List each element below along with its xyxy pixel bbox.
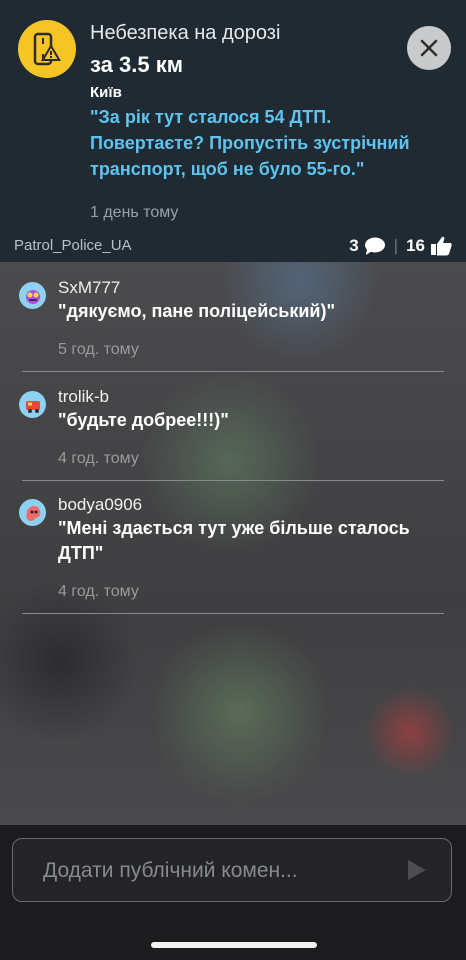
comment-username[interactable]: SxM777 [58, 278, 120, 298]
avatar[interactable] [19, 391, 46, 418]
comment-text: "Мені здається тут уже більше сталось ДТ… [58, 518, 410, 563]
avatar[interactable] [19, 499, 46, 526]
comment-bubble-icon[interactable] [364, 236, 386, 256]
road-hazard-warning-icon [18, 20, 76, 78]
alert-header: Небезпека на дорозі за 3.5 км Київ "За р… [0, 0, 466, 262]
comment-time: 4 год. тому [58, 583, 139, 600]
divider [22, 371, 444, 372]
home-indicator[interactable] [151, 942, 317, 948]
divider [22, 613, 444, 614]
comment-time: 4 год. тому [58, 450, 139, 467]
avatar[interactable] [19, 282, 46, 309]
comment-count: 3 [349, 236, 359, 255]
like-count: 16 [406, 236, 425, 255]
close-icon [420, 39, 438, 57]
alert-distance: за 3.5 км [90, 52, 183, 77]
divider [22, 480, 444, 481]
comment-username[interactable]: trolik-b [58, 387, 109, 407]
alert-time: 1 день тому [90, 204, 179, 221]
comment-username[interactable]: bodya0906 [58, 495, 142, 515]
thumbs-up-icon[interactable] [430, 236, 452, 256]
comment-input[interactable]: Додати публічний комен... [12, 838, 452, 902]
alert-author[interactable]: Patrol_Police_UA [14, 237, 132, 254]
send-icon[interactable] [407, 859, 427, 886]
close-button[interactable] [407, 26, 451, 70]
comment-time: 5 год. тому [58, 341, 139, 358]
alert-message: "За рік тут сталося 54 ДТП. Повертаєте? … [90, 107, 410, 179]
alert-title: Небезпека на дорозі [90, 22, 281, 44]
comment-text: "дякуємо, пане поліцейський)" [58, 301, 336, 321]
alert-stats: 3 | 16 [349, 234, 452, 258]
comment-input-placeholder: Додати публічний комен... [43, 859, 298, 882]
stats-separator: | [393, 236, 399, 255]
comment-text: "будьте добрее!!!)" [58, 410, 229, 430]
alert-city: Київ [90, 84, 122, 101]
